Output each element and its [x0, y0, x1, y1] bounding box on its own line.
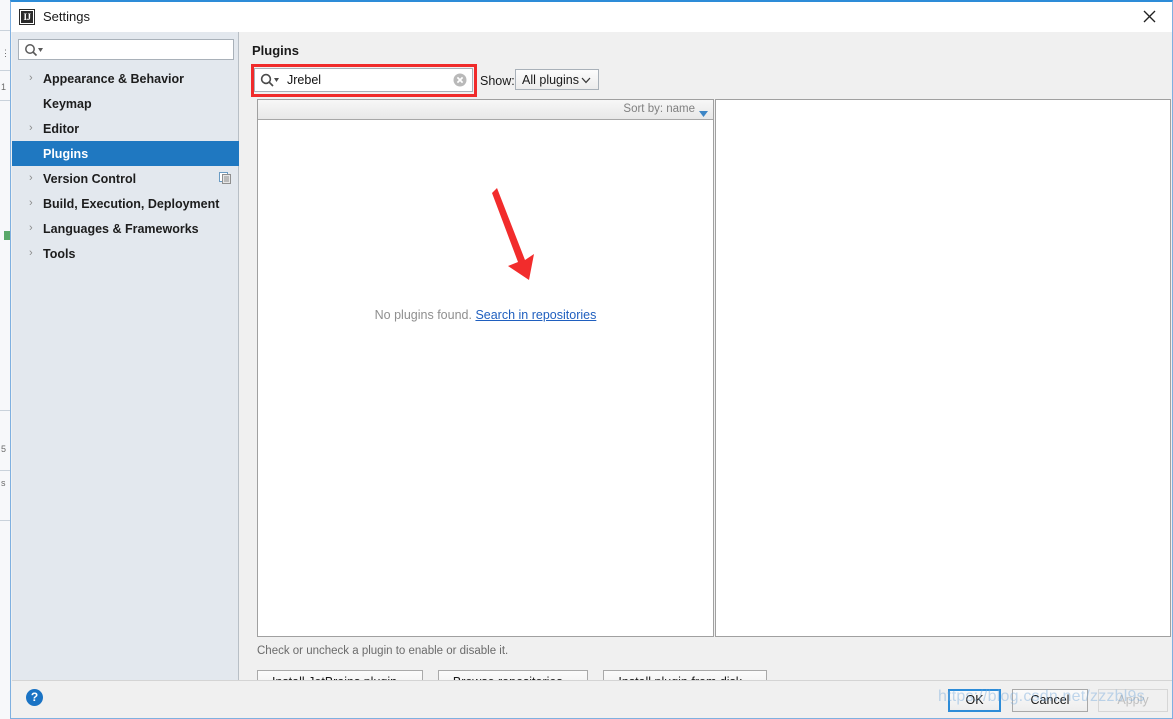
page-title: Plugins — [252, 43, 299, 58]
sidebar-item-label: Keymap — [43, 96, 92, 111]
plugin-detail-panel — [715, 99, 1171, 637]
apply-button: Apply — [1098, 689, 1168, 712]
sidebar-item-label: Version Control — [43, 171, 137, 186]
sidebar-item-label: Build, Execution, Deployment — [43, 196, 220, 211]
chevron-right-icon: › — [29, 122, 33, 134]
settings-sidebar: › Appearance & Behavior Keymap › Editor … — [12, 32, 239, 683]
chevron-down-icon — [580, 74, 592, 89]
chevron-right-icon: › — [29, 247, 33, 259]
close-icon[interactable] — [1126, 2, 1172, 31]
sidebar-item-appearance-behavior[interactable]: › Appearance & Behavior — [12, 66, 239, 91]
sidebar-search-input[interactable] — [18, 39, 234, 60]
sidebar-item-version-control[interactable]: › Version Control — [12, 166, 239, 191]
triangle-down-icon[interactable] — [699, 107, 708, 121]
empty-state-text: No plugins found. — [374, 308, 472, 322]
sidebar-item-editor[interactable]: › Editor — [12, 116, 239, 141]
copy-icon — [219, 172, 231, 184]
sidebar-item-label: Languages & Frameworks — [43, 221, 199, 236]
sidebar-item-label: Appearance & Behavior — [43, 71, 185, 86]
show-filter-dropdown[interactable]: All plugins — [515, 69, 599, 90]
show-filter-label: Show: — [480, 74, 515, 88]
plugins-panel: Plugins Jrebel Show: All plugins Sort by… — [240, 32, 1173, 694]
sidebar-item-build-execution-deployment[interactable]: › Build, Execution, Deployment — [12, 191, 239, 216]
dialog-footer: ? OK Cancel Apply — [12, 680, 1172, 717]
ok-button[interactable]: OK — [948, 689, 1001, 712]
plugin-list-panel: Sort by: name No plugins found. Search i… — [257, 99, 714, 637]
plugins-hint-text: Check or uncheck a plugin to enable or d… — [257, 645, 509, 657]
help-icon[interactable]: ? — [26, 689, 43, 706]
settings-dialog: IJ Settings › Appearance & Behavior Keym… — [10, 0, 1173, 719]
sidebar-item-label: Tools — [43, 246, 76, 261]
search-in-repositories-link[interactable]: Search in repositories — [475, 308, 596, 322]
chevron-right-icon: › — [29, 197, 33, 209]
search-dropdown-icon — [260, 73, 282, 88]
sidebar-item-plugins[interactable]: Plugins — [12, 141, 239, 166]
sidebar-item-label: Editor — [43, 121, 80, 136]
cancel-button[interactable]: Cancel — [1012, 689, 1088, 712]
window-title: Settings — [43, 9, 90, 24]
chevron-right-icon: › — [29, 72, 33, 84]
plugin-search-input[interactable]: Jrebel — [254, 68, 473, 92]
empty-state-message: No plugins found. Search in repositories — [258, 308, 713, 322]
plugin-search-value: Jrebel — [287, 73, 322, 87]
chevron-right-icon: › — [29, 172, 33, 184]
sidebar-item-keymap[interactable]: Keymap — [12, 91, 239, 116]
sidebar-item-languages-frameworks[interactable]: › Languages & Frameworks — [12, 216, 239, 241]
clear-icon[interactable] — [453, 73, 467, 87]
title-bar: IJ Settings — [11, 2, 1172, 32]
sidebar-item-label: Plugins — [43, 146, 89, 161]
show-filter-value: All plugins — [522, 72, 579, 87]
search-dropdown-icon — [24, 43, 46, 57]
settings-tree: › Appearance & Behavior Keymap › Editor … — [12, 66, 239, 266]
sort-by-label[interactable]: Sort by: name — [623, 103, 695, 115]
chevron-right-icon: › — [29, 222, 33, 234]
intellij-idea-icon: IJ — [19, 9, 35, 25]
plugin-list-header: Sort by: name — [258, 100, 713, 120]
sidebar-item-tools[interactable]: › Tools — [12, 241, 239, 266]
